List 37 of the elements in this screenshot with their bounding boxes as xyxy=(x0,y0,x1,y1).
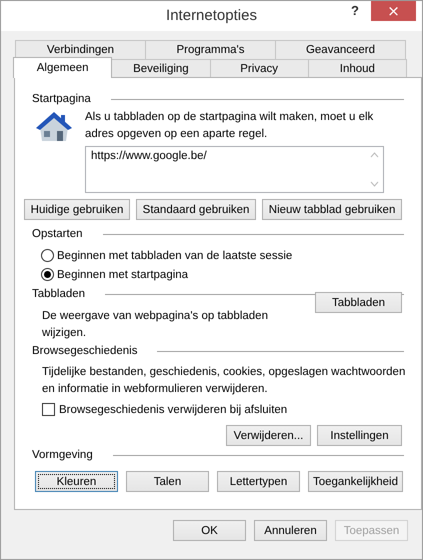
checkbox-label[interactable]: Browsegeschiedenis verwijderen bij afsluiten xyxy=(59,404,288,416)
tab[interactable]: Inhoud xyxy=(308,59,407,78)
tabs-button[interactable]: Tabbladen xyxy=(315,292,402,313)
dialog-button[interactable]: Annuleren xyxy=(254,520,327,541)
tab[interactable]: Geavanceerd xyxy=(275,40,406,59)
description-text: Als u tabbladen op de startpagina wilt maken, moet u elk adres opgeven op een aparte regel. xyxy=(85,110,374,142)
section-heading: Vormgeving xyxy=(32,449,93,461)
help-icon[interactable]: ? xyxy=(351,3,359,18)
tab[interactable]: Verbindingen xyxy=(15,40,146,59)
dialog-button[interactable]: OK xyxy=(173,520,246,541)
window-title: Internetopties xyxy=(166,7,257,24)
close-button[interactable]: × xyxy=(371,1,416,21)
action-button[interactable]: Verwijderen... xyxy=(226,425,311,446)
action-button[interactable]: Kleuren xyxy=(35,471,118,492)
section-heading: Startpagina xyxy=(32,93,91,105)
section-heading: Opstarten xyxy=(32,228,82,240)
tab[interactable]: Privacy xyxy=(210,59,309,78)
action-button[interactable]: Lettertypen xyxy=(216,471,300,492)
description-text: Tijdelijke bestanden, geschiedenis, cookies, opgeslagen wachtwoorden en informatie in webformulieren verwijderen. xyxy=(42,365,406,397)
radio-label[interactable]: Beginnen met startpagina xyxy=(57,268,188,280)
action-button[interactable]: Standaard gebruiken xyxy=(136,199,256,220)
action-button[interactable]: Talen xyxy=(126,471,209,492)
checkbox[interactable] xyxy=(42,403,55,416)
action-button[interactable]: Instellingen xyxy=(317,425,402,446)
tab[interactable]: Algemeen xyxy=(13,57,112,78)
section-heading: Browsegeschiedenis xyxy=(32,345,138,357)
action-button[interactable]: Nieuw tabblad gebruiken xyxy=(262,199,402,220)
tab[interactable]: Beveiliging xyxy=(111,59,210,78)
radio-button[interactable] xyxy=(41,249,54,262)
action-button[interactable]: Toegankelijkheid xyxy=(308,471,403,492)
radio-label[interactable]: Beginnen met tabbladen van de laatste sessie xyxy=(57,250,292,262)
house-icon xyxy=(36,111,72,143)
action-button[interactable]: Huidige gebruiken xyxy=(24,199,130,220)
description-text: De weergave van webpagina's op tabbladen wijzigen. xyxy=(42,309,269,341)
tab[interactable]: Programma's xyxy=(145,40,276,59)
section-heading: Tabbladen xyxy=(32,288,86,300)
radio-button[interactable] xyxy=(41,268,54,281)
